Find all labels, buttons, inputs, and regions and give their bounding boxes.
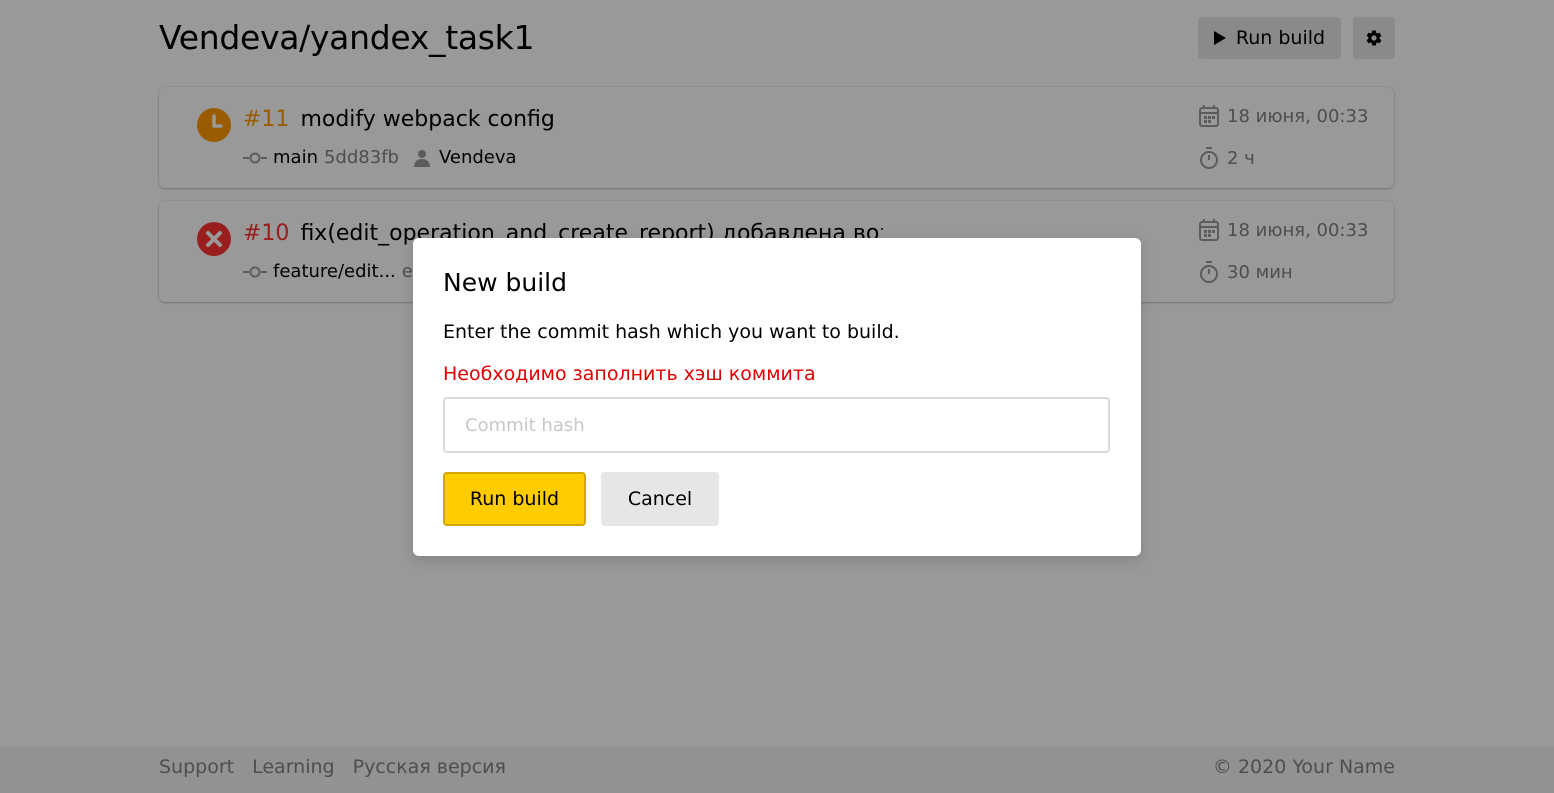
validation-error: Необходимо заполнить хэш коммита [443,363,816,385]
modal-title: New build [443,268,567,297]
commit-hash-input[interactable] [443,397,1110,453]
new-build-modal: New build Enter the commit hash which yo… [413,238,1141,556]
cancel-button[interactable]: Cancel [601,472,719,526]
modal-description: Enter the commit hash which you want to … [443,321,900,343]
run-build-button[interactable]: Run build [443,472,586,526]
